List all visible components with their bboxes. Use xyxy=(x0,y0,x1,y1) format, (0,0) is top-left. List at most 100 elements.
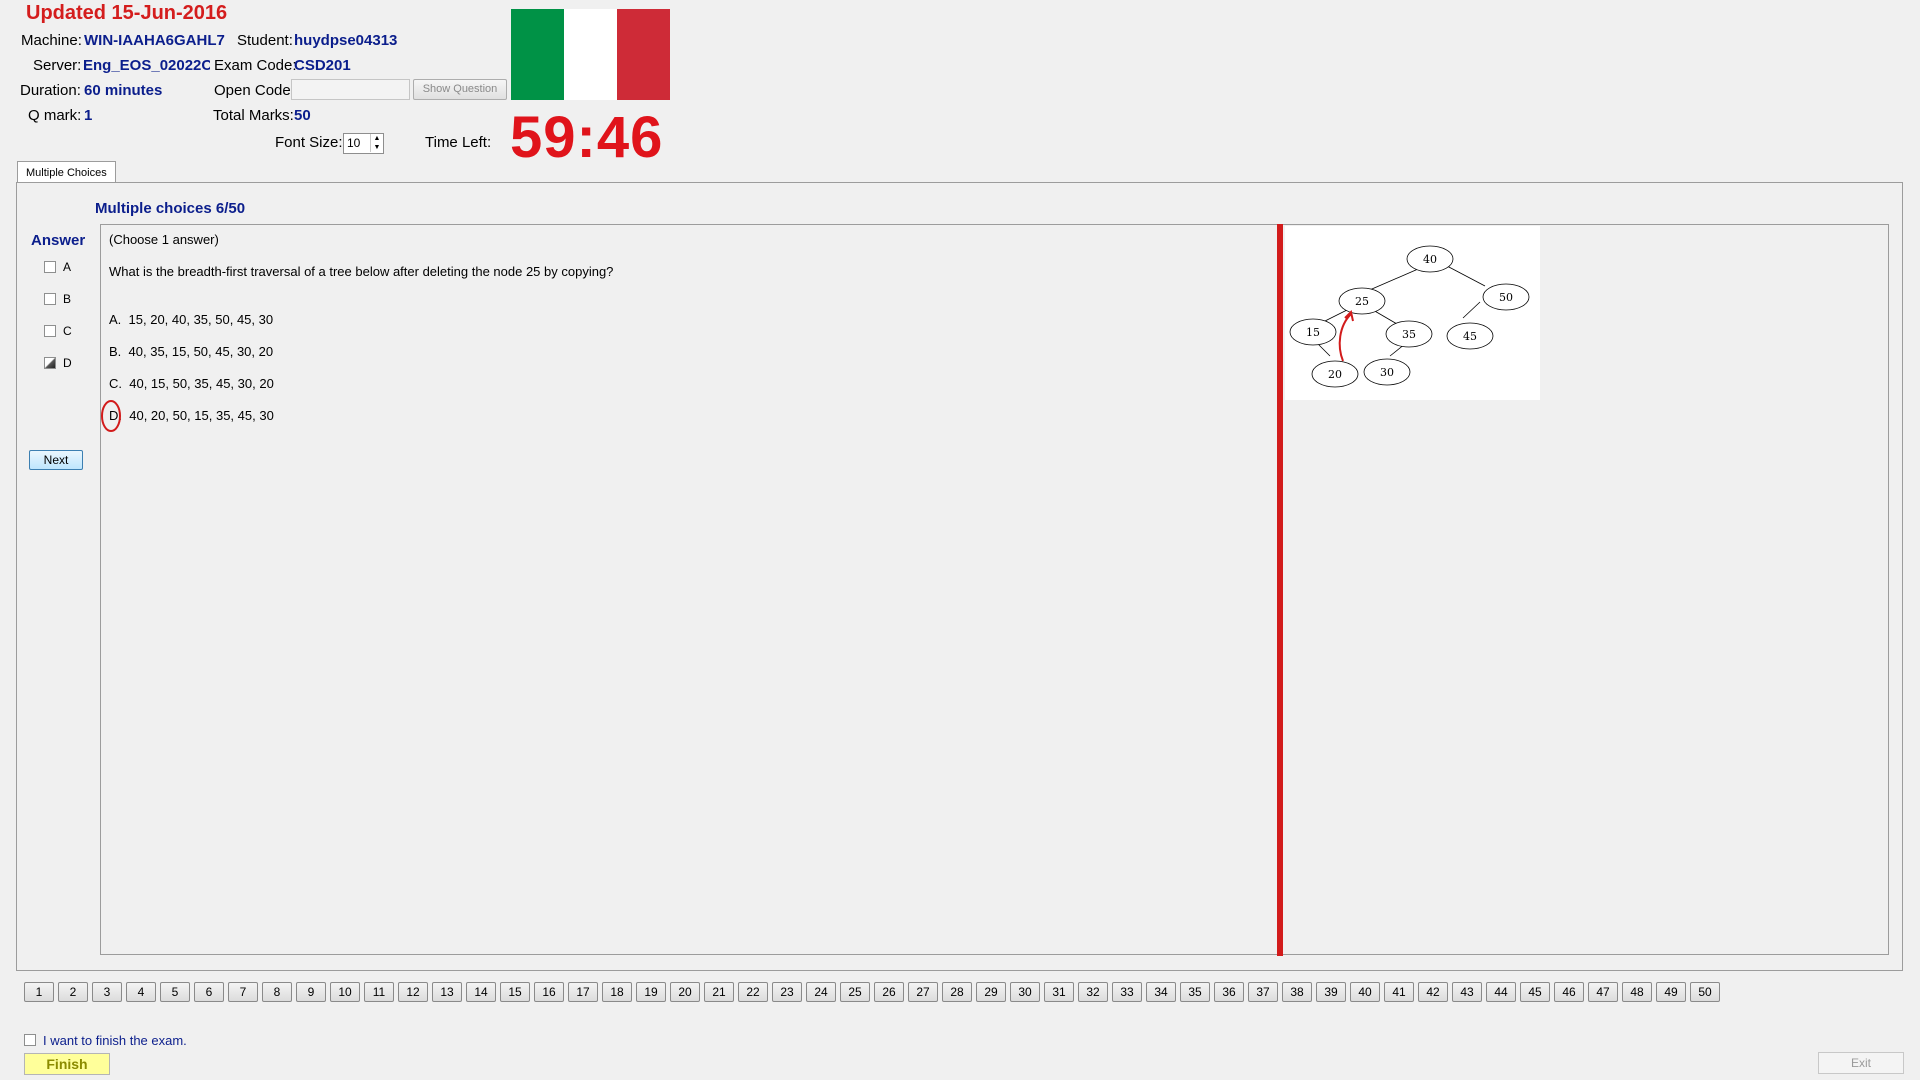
question-number-button[interactable]: 2 xyxy=(58,982,88,1002)
question-number-button[interactable]: 44 xyxy=(1486,982,1516,1002)
question-text: What is the breadth-first traversal of a… xyxy=(109,264,614,279)
tree-node: 50 xyxy=(1482,283,1530,311)
question-number-button[interactable]: 33 xyxy=(1112,982,1142,1002)
finish-exam-checkbox[interactable] xyxy=(24,1034,36,1046)
svg-text:15: 15 xyxy=(1306,326,1320,339)
option-c-text: 40, 15, 50, 35, 45, 30, 20 xyxy=(129,376,274,391)
question-number-button[interactable]: 38 xyxy=(1282,982,1312,1002)
question-number-button[interactable]: 17 xyxy=(568,982,598,1002)
question-number-button[interactable]: 21 xyxy=(704,982,734,1002)
student-label: Student: xyxy=(237,32,293,49)
total-marks-label: Total Marks: xyxy=(213,107,294,124)
answer-b-checkbox[interactable] xyxy=(44,293,56,305)
spinner-down-icon[interactable]: ▼ xyxy=(370,143,383,152)
question-number-button[interactable]: 29 xyxy=(976,982,1006,1002)
finish-exam-checkbox-label[interactable]: I want to finish the exam. xyxy=(43,1033,187,1048)
next-button[interactable]: Next xyxy=(29,450,83,470)
question-number-button[interactable]: 30 xyxy=(1010,982,1040,1002)
answer-choice-c[interactable]: C xyxy=(44,324,72,338)
question-number-button[interactable]: 3 xyxy=(92,982,122,1002)
spinner-up-icon[interactable]: ▲ xyxy=(370,134,383,143)
question-number-button[interactable]: 34 xyxy=(1146,982,1176,1002)
question-number-button[interactable]: 32 xyxy=(1078,982,1108,1002)
question-number-button[interactable]: 8 xyxy=(262,982,292,1002)
question-number-button[interactable]: 7 xyxy=(228,982,258,1002)
question-number-button[interactable]: 47 xyxy=(1588,982,1618,1002)
tab-multiple-choices[interactable]: Multiple Choices xyxy=(17,161,116,183)
question-number-button[interactable]: 14 xyxy=(466,982,496,1002)
question-number-button[interactable]: 49 xyxy=(1656,982,1686,1002)
red-divider-annotation xyxy=(1277,224,1283,956)
question-number-button[interactable]: 37 xyxy=(1248,982,1278,1002)
question-number-button[interactable]: 35 xyxy=(1180,982,1210,1002)
font-size-value: 10 xyxy=(347,136,361,150)
question-number-button[interactable]: 12 xyxy=(398,982,428,1002)
question-number-button[interactable]: 27 xyxy=(908,982,938,1002)
question-number-button[interactable]: 23 xyxy=(772,982,802,1002)
flag-green-stripe xyxy=(511,9,564,100)
exam-code-value: CSD201 xyxy=(294,57,351,74)
italy-flag-image xyxy=(511,9,670,100)
question-number-button[interactable]: 28 xyxy=(942,982,972,1002)
question-number-button[interactable]: 41 xyxy=(1384,982,1414,1002)
question-number-button[interactable]: 20 xyxy=(670,982,700,1002)
show-question-button[interactable]: Show Question xyxy=(413,79,507,100)
question-number-button[interactable]: 50 xyxy=(1690,982,1720,1002)
answer-d-label: D xyxy=(63,356,72,370)
finish-button[interactable]: Finish xyxy=(24,1053,110,1075)
option-b-letter: B. xyxy=(109,344,122,359)
question-number-button[interactable]: 42 xyxy=(1418,982,1448,1002)
question-number-button[interactable]: 40 xyxy=(1350,982,1380,1002)
answer-d-checkbox[interactable] xyxy=(44,357,56,369)
tree-node: 25 xyxy=(1338,287,1386,315)
question-number-button[interactable]: 39 xyxy=(1316,982,1346,1002)
question-number-button[interactable]: 19 xyxy=(636,982,666,1002)
question-number-button[interactable]: 36 xyxy=(1214,982,1244,1002)
svg-text:25: 25 xyxy=(1355,295,1369,308)
open-code-input[interactable] xyxy=(291,79,410,100)
question-number-button[interactable]: 25 xyxy=(840,982,870,1002)
question-number-button[interactable]: 18 xyxy=(602,982,632,1002)
question-number-button[interactable]: 31 xyxy=(1044,982,1074,1002)
question-number-button[interactable]: 13 xyxy=(432,982,462,1002)
question-number-button[interactable]: 10 xyxy=(330,982,360,1002)
tree-node: 20 xyxy=(1311,360,1359,388)
tree-node: 45 xyxy=(1446,322,1494,350)
question-number-button[interactable]: 24 xyxy=(806,982,836,1002)
question-content-box xyxy=(100,224,1889,955)
red-arrow-annotation xyxy=(1338,310,1354,362)
question-number-button[interactable]: 43 xyxy=(1452,982,1482,1002)
answer-choice-d[interactable]: D xyxy=(44,356,72,370)
question-number-button[interactable]: 22 xyxy=(738,982,768,1002)
answer-choice-b[interactable]: B xyxy=(44,292,71,306)
red-circle-annotation xyxy=(101,400,121,432)
answer-choice-a[interactable]: A xyxy=(44,260,71,274)
answer-a-label: A xyxy=(63,260,72,274)
question-number-button[interactable]: 26 xyxy=(874,982,904,1002)
question-number-button[interactable]: 1 xyxy=(24,982,54,1002)
question-number-button[interactable]: 45 xyxy=(1520,982,1550,1002)
answer-c-label: C xyxy=(63,324,72,338)
svg-text:50: 50 xyxy=(1499,291,1513,304)
student-value: huydpse04313 xyxy=(294,32,398,49)
question-number-button[interactable]: 5 xyxy=(160,982,190,1002)
question-number-button[interactable]: 6 xyxy=(194,982,224,1002)
question-number-button[interactable]: 4 xyxy=(126,982,156,1002)
tree-node: 40 xyxy=(1406,245,1454,273)
exit-button[interactable]: Exit xyxy=(1818,1052,1904,1074)
svg-text:35: 35 xyxy=(1402,328,1416,341)
font-size-spinner[interactable]: 10 ▲ ▼ xyxy=(343,133,384,154)
question-navigator: 1 2 3 4 5 6 7 8 9 10 11 12 13 14 15 16 17 18 19 20 21 22 23 24 2… xyxy=(24,982,1724,1002)
question-number-button[interactable]: 48 xyxy=(1622,982,1652,1002)
answer-c-checkbox[interactable] xyxy=(44,325,56,337)
open-code-label: Open Code: xyxy=(214,82,295,99)
answer-a-checkbox[interactable] xyxy=(44,261,56,273)
tree-node: 35 xyxy=(1385,320,1433,348)
question-number-button[interactable]: 15 xyxy=(500,982,530,1002)
question-number-button[interactable]: 11 xyxy=(364,982,394,1002)
question-number-button[interactable]: 46 xyxy=(1554,982,1584,1002)
tree-node: 30 xyxy=(1363,358,1411,386)
question-number-button[interactable]: 9 xyxy=(296,982,326,1002)
question-number-button[interactable]: 16 xyxy=(534,982,564,1002)
machine-value: WIN-IAAHA6GAHL7 xyxy=(84,32,225,49)
